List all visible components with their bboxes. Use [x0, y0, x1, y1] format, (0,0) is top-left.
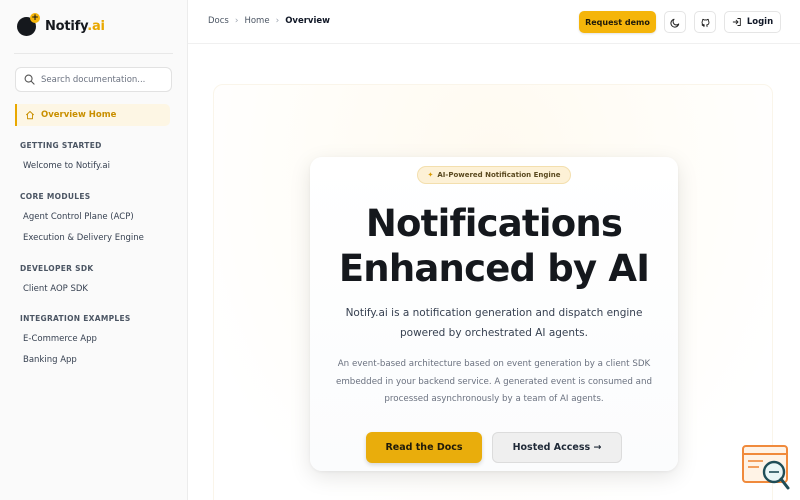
logo[interactable]: + Notify.ai — [17, 13, 105, 36]
main-content: ✦ AI-Powered Notification Engine Notific… — [188, 44, 800, 500]
sparkle-icon: ✦ — [427, 171, 434, 179]
search-box[interactable] — [15, 67, 172, 92]
logo-text: Notify.ai — [45, 19, 105, 34]
search-icon — [24, 74, 35, 85]
hero-description: An event-based architecture based on eve… — [336, 359, 652, 404]
help-widget-button[interactable] — [741, 444, 791, 492]
chevron-right-icon: › — [234, 16, 239, 26]
search-input[interactable] — [41, 74, 171, 85]
group-title-developer-sdk: DEVELOPER SDK — [20, 264, 94, 273]
moon-icon — [669, 18, 679, 28]
hero-title-line2: Enhanced by AI — [338, 247, 650, 290]
hero-badge-label: AI-Powered Notification Engine — [437, 171, 561, 179]
sidebar-item-execution-engine[interactable]: Execution & Delivery Engine — [23, 233, 144, 243]
sidebar-item-label: Overview Home — [41, 110, 117, 120]
hero-badge: ✦ AI-Powered Notification Engine — [417, 166, 571, 184]
login-icon — [732, 18, 741, 26]
sidebar-item-banking[interactable]: Banking App — [23, 355, 77, 365]
group-title-integration-examples: INTEGRATION EXAMPLES — [20, 314, 131, 323]
sidebar-divider — [14, 53, 173, 54]
breadcrumb-current: Overview — [285, 16, 330, 26]
chevron-right-icon: › — [275, 16, 280, 26]
sidebar-item-welcome[interactable]: Welcome to Notify.ai — [23, 161, 110, 171]
logo-icon: + — [17, 13, 40, 36]
request-demo-button[interactable]: Request demo — [579, 11, 656, 33]
group-title-core-modules: CORE MODULES — [20, 192, 91, 201]
breadcrumb-docs[interactable]: Docs — [208, 16, 229, 26]
hero-lead: Notify.ai is a notification generation a… — [345, 307, 643, 339]
group-title-getting-started: GETTING STARTED — [20, 141, 102, 150]
sidebar-item-overview-home[interactable]: Overview Home — [15, 104, 170, 126]
sidebar: + Notify.ai Overview Home GETTING STARTE… — [0, 0, 188, 500]
hero-title: Notifications Enhanced by AI — [310, 201, 678, 291]
breadcrumb: Docs › Home › Overview — [208, 16, 330, 26]
hosted-access-button[interactable]: Hosted Access → — [492, 432, 622, 463]
sidebar-item-ecommerce[interactable]: E-Commerce App — [23, 334, 97, 344]
github-icon — [701, 18, 709, 27]
topbar: Docs › Home › Overview Request demo Logi… — [188, 0, 800, 44]
hero-card: ✦ AI-Powered Notification Engine Notific… — [310, 157, 678, 471]
sidebar-item-client-sdk[interactable]: Client AOP SDK — [23, 284, 88, 294]
sidebar-item-acp[interactable]: Agent Control Plane (ACP) — [23, 212, 134, 222]
login-button[interactable]: Login — [724, 11, 781, 33]
hero-title-line1: Notifications — [365, 202, 623, 245]
breadcrumb-home[interactable]: Home — [244, 16, 269, 26]
theme-toggle-button[interactable] — [664, 11, 686, 33]
read-docs-button[interactable]: Read the Docs — [366, 432, 482, 463]
doc-search-icon — [742, 445, 790, 490]
github-button[interactable] — [694, 11, 716, 33]
login-label: Login — [746, 17, 774, 27]
home-icon — [25, 111, 35, 120]
